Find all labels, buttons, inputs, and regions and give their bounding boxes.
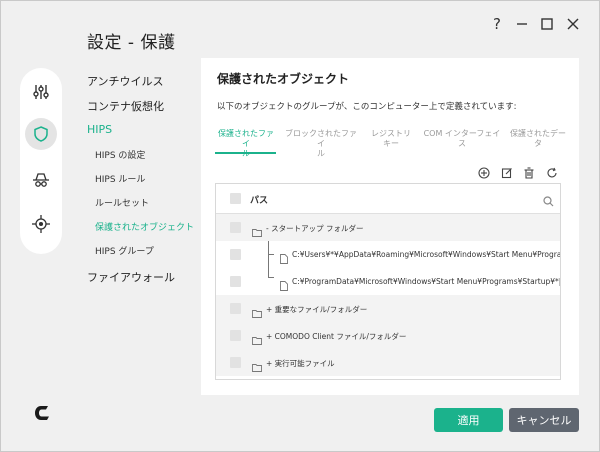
file-icon	[280, 276, 288, 295]
add-icon[interactable]	[477, 166, 491, 180]
tab-label-line2: ル	[215, 149, 277, 159]
cancel-button[interactable]: キャンセル	[509, 408, 579, 432]
file-icon	[280, 249, 288, 268]
help-icon[interactable]: ?	[486, 13, 508, 35]
minimize-icon[interactable]	[511, 13, 533, 35]
nav-containment[interactable]: コンテナ仮想化	[87, 98, 164, 114]
delete-icon[interactable]	[522, 166, 536, 180]
tab-blocked-files[interactable]: ブロックされたファイ ル	[285, 129, 357, 159]
nav-protected-objects[interactable]: 保護されたオブジェクト	[95, 220, 194, 233]
nav-antivirus[interactable]: アンチウイルス	[87, 73, 164, 89]
nav-hips-groups[interactable]: HIPS グループ	[95, 244, 154, 257]
panel-description: 以下のオブジェクトのグループが、このコンピューター上で定義されています:	[217, 102, 517, 112]
row-checkbox[interactable]	[230, 303, 241, 314]
folder-icon	[252, 330, 262, 349]
table-row[interactable]: C:¥ProgramData¥Microsoft¥Windows¥Start M…	[216, 268, 561, 295]
row-label: - スタートアップ フォルダー	[266, 224, 364, 233]
protected-files-table: パス - スタートアップ フォルダー C:¥Users¥*¥AppData¥Ro…	[215, 183, 561, 380]
protected-objects-panel: 保護されたオブジェクト 以下のオブジェクトのグループが、このコンピューター上で定…	[201, 58, 579, 395]
nav-rulesets[interactable]: ルールセット	[95, 196, 149, 209]
table-row[interactable]: + COMODO Client ファイル/フォルダー	[216, 322, 560, 349]
row-checkbox[interactable]	[230, 276, 241, 287]
tab-label-line2: ス	[458, 139, 466, 148]
sliders-icon[interactable]	[25, 76, 57, 108]
row-checkbox[interactable]	[230, 222, 241, 233]
column-header-path: パス	[250, 196, 269, 206]
spy-icon[interactable]	[25, 164, 57, 196]
tab-label-line2: ル	[317, 149, 325, 158]
table-row[interactable]: - スタートアップ フォルダー	[216, 214, 560, 241]
search-icon[interactable]	[543, 192, 554, 211]
nav-hips-settings[interactable]: HIPS の設定	[95, 148, 145, 161]
select-all-checkbox[interactable]	[230, 193, 241, 204]
folder-icon	[252, 357, 262, 376]
nav-hips[interactable]: HIPS	[87, 123, 112, 136]
page-title: 設定 - 保護	[87, 33, 176, 53]
row-checkbox[interactable]	[230, 249, 241, 260]
row-label: C:¥ProgramData¥Microsoft¥Windows¥Start M…	[292, 277, 561, 286]
panel-title: 保護されたオブジェクト	[217, 72, 350, 86]
tab-protected-data[interactable]: 保護されたデー タ	[505, 129, 571, 149]
apply-button[interactable]: 適用	[434, 408, 503, 432]
nav-hips-rules[interactable]: HIPS ルール	[95, 172, 145, 185]
table-row[interactable]: C:¥Users¥*¥AppData¥Roaming¥Microsoft¥Win…	[216, 241, 561, 268]
refresh-icon[interactable]	[545, 166, 559, 180]
tab-label-line1: 保護されたファイ	[218, 129, 274, 148]
tab-label-line1: 保護されたデー	[510, 129, 566, 138]
tab-registry-keys[interactable]: レジストリ キー	[363, 129, 419, 149]
tab-protected-files[interactable]: 保護されたファイ ル	[215, 129, 277, 159]
category-rail	[20, 68, 62, 254]
settings-window: ? 設定 - 保護 アンチウイルス コンテナ仮想化 HIPS HIPS の設定 …	[0, 0, 600, 452]
row-checkbox[interactable]	[230, 330, 241, 341]
row-checkbox[interactable]	[230, 357, 241, 368]
comodo-logo-icon	[32, 402, 54, 428]
tab-label-line1: COM インターフェイ	[423, 129, 501, 138]
table-header: パス	[216, 184, 560, 214]
tab-label-line2: タ	[534, 139, 542, 148]
tab-label-line2: キー	[383, 139, 399, 148]
folder-icon	[252, 303, 262, 322]
shield-icon[interactable]	[25, 118, 57, 150]
table-row[interactable]: + 重要なファイル/フォルダー	[216, 295, 560, 322]
edit-icon[interactable]	[500, 166, 514, 180]
virus-scope-icon[interactable]	[25, 208, 57, 240]
folder-icon	[252, 222, 262, 241]
tab-label-line1: レジストリ	[371, 129, 411, 138]
row-label: + 実行可能ファイル	[266, 359, 335, 368]
nav-firewall[interactable]: ファイアウォール	[87, 269, 175, 285]
active-tab-indicator	[215, 152, 276, 154]
table-row[interactable]: + 実行可能ファイル	[216, 349, 560, 376]
close-icon[interactable]	[562, 13, 584, 35]
maximize-icon[interactable]	[536, 13, 558, 35]
row-label: C:¥Users¥*¥AppData¥Roaming¥Microsoft¥Win…	[292, 250, 561, 259]
row-label: + COMODO Client ファイル/フォルダー	[266, 332, 407, 341]
tab-label-line1: ブロックされたファイ	[285, 129, 357, 148]
row-label: + 重要なファイル/フォルダー	[266, 305, 368, 314]
tab-com-interfaces[interactable]: COM インターフェイ ス	[423, 129, 501, 149]
